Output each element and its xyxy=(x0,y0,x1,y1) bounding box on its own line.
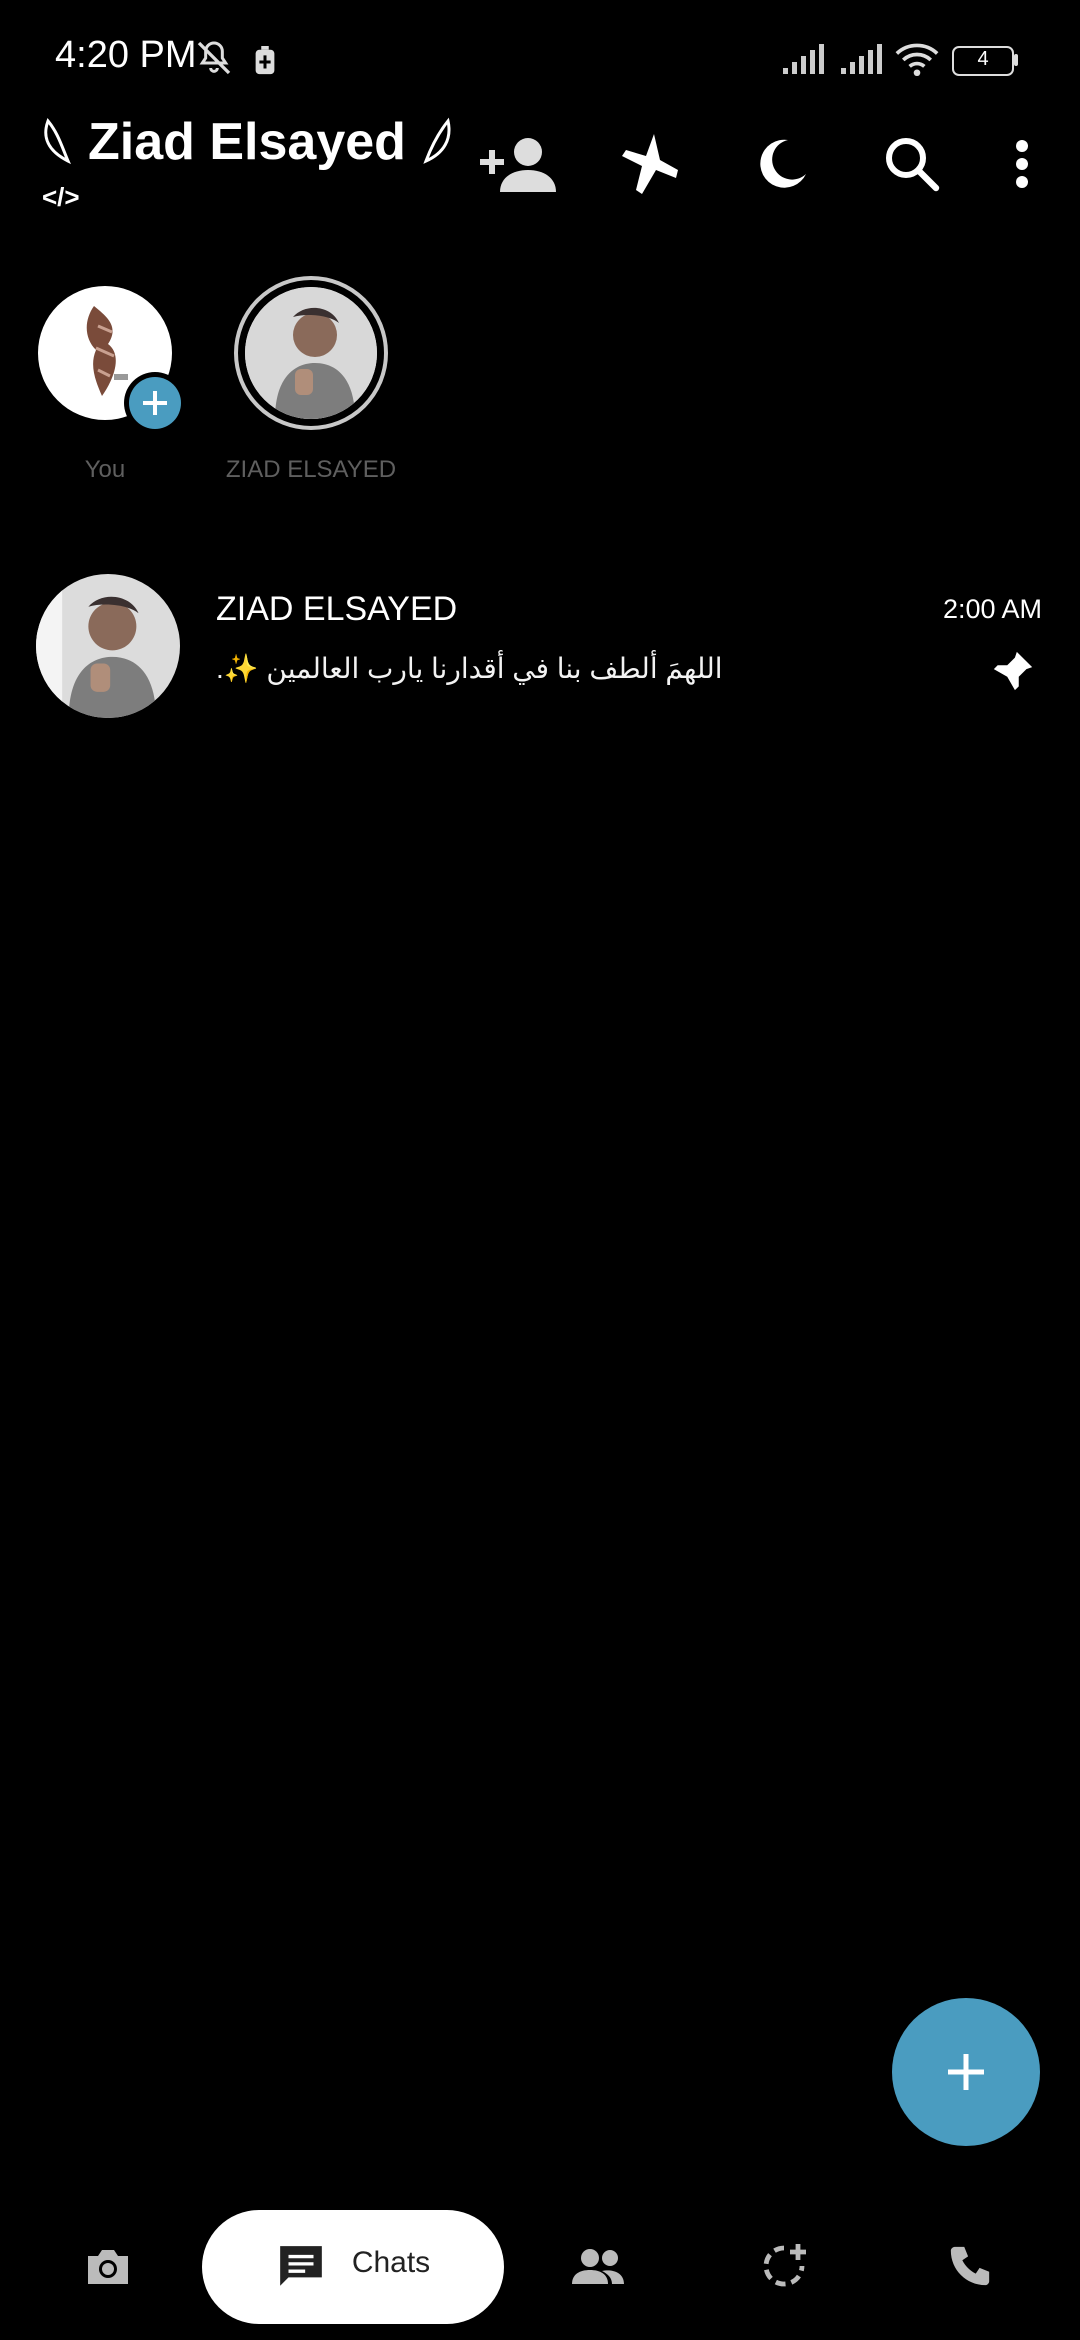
chat-preview: اللهمَ ألطف بنا في أقدارنا يارب العالمين… xyxy=(216,653,723,684)
people-icon xyxy=(572,2249,624,2284)
wifi-icon xyxy=(894,38,940,80)
plus-icon xyxy=(143,391,167,415)
nav-chats[interactable]: Chats xyxy=(202,2210,504,2324)
story-label-you: You xyxy=(84,456,126,483)
pin-icon xyxy=(990,648,1040,698)
chats-icon xyxy=(279,2246,322,2286)
story-contact-ring[interactable] xyxy=(234,276,388,430)
chat-name: ZIAD ELSAYED xyxy=(216,590,458,628)
add-story-badge[interactable] xyxy=(124,372,186,434)
signal-icon xyxy=(780,42,828,78)
new-chat-button[interactable] xyxy=(892,1998,1040,2146)
search-icon xyxy=(886,138,940,192)
add-contact-icon xyxy=(480,138,556,192)
battery-saver-icon xyxy=(250,44,280,78)
nav-status[interactable] xyxy=(738,2230,830,2302)
nav-chats-label: Chats xyxy=(351,2246,431,2279)
status-time: 4:20 PM xyxy=(55,34,197,76)
plus-icon xyxy=(948,2054,984,2090)
battery-icon: 4 xyxy=(952,46,1018,76)
header-title: Ziad Elsayed xyxy=(88,113,406,171)
status-icon xyxy=(763,2244,806,2287)
chat-avatar[interactable] xyxy=(36,574,180,718)
dark-mode-button[interactable] xyxy=(736,118,828,210)
airplane-icon xyxy=(622,134,678,194)
story-you[interactable]: You xyxy=(10,286,200,484)
chat-time: 2:00 AM xyxy=(942,594,1042,624)
nav-people[interactable] xyxy=(552,2230,644,2302)
nav-camera[interactable] xyxy=(62,2230,154,2302)
battery-level: 4 xyxy=(977,48,989,70)
leaf-right-icon xyxy=(423,117,451,164)
moon-icon xyxy=(760,139,806,188)
story-contact[interactable]: ZIAD ELSAYED xyxy=(216,276,406,484)
nav-calls[interactable] xyxy=(924,2230,1016,2302)
mute-icon xyxy=(192,36,236,80)
airplane-mode-button[interactable] xyxy=(604,118,696,210)
story-label-contact: ZIAD ELSAYED xyxy=(225,456,397,483)
person-photo-icon xyxy=(245,287,377,419)
phone-icon xyxy=(950,2246,990,2286)
story-contact-avatar xyxy=(245,287,377,419)
more-vert-icon xyxy=(1016,140,1028,188)
leaf-left-icon xyxy=(44,118,71,165)
add-contact-button[interactable] xyxy=(472,118,564,210)
signal-icon-2 xyxy=(838,42,886,78)
app-title: Ziad Elsayed xyxy=(40,112,454,172)
story-you-avatar[interactable] xyxy=(38,286,186,434)
more-options-button[interactable] xyxy=(976,118,1068,210)
person-photo-icon xyxy=(36,574,180,718)
header-subtitle: </> xyxy=(42,182,80,212)
camera-icon xyxy=(88,2250,128,2284)
search-button[interactable] xyxy=(866,118,958,210)
